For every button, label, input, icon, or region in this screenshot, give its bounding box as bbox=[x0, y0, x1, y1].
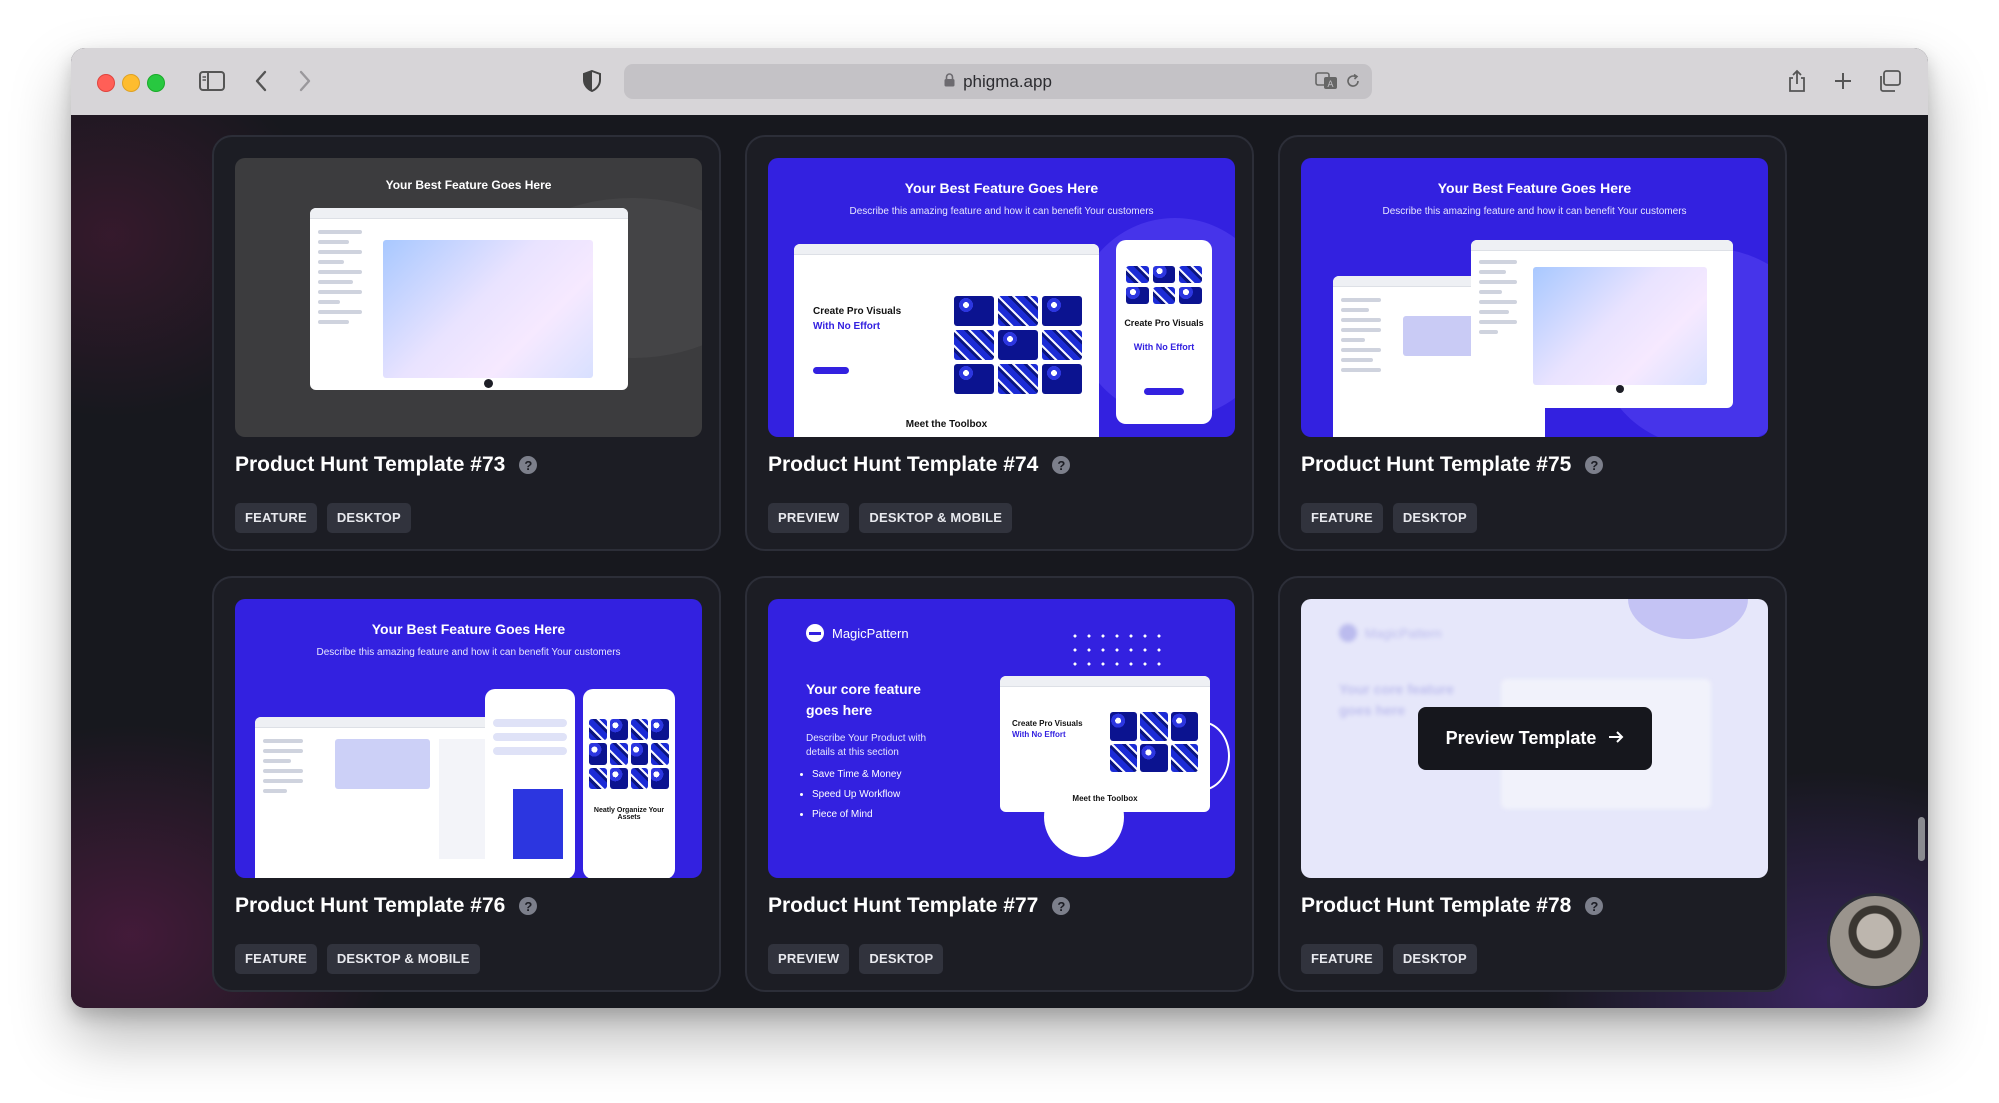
card-title[interactable]: Product Hunt Template #74 bbox=[768, 453, 1038, 477]
address-bar[interactable]: phigma.app A bbox=[624, 64, 1372, 99]
avatar[interactable] bbox=[1827, 893, 1923, 989]
url-text: phigma.app bbox=[963, 71, 1052, 91]
card-title[interactable]: Product Hunt Template #75 bbox=[1301, 453, 1571, 477]
arrow-right-icon bbox=[1608, 728, 1624, 749]
svg-text:A: A bbox=[1327, 80, 1334, 90]
help-icon[interactable]: ? bbox=[519, 897, 538, 915]
tabs-icon[interactable] bbox=[1877, 68, 1903, 94]
feature-bullet: Piece of Mind bbox=[812, 805, 901, 825]
template-card[interactable]: MagicPattern Your core feature goes here… bbox=[1278, 576, 1787, 992]
tag-badge: PREVIEW bbox=[768, 503, 850, 533]
tag-badge: DESKTOP & MOBILE bbox=[859, 503, 1013, 533]
template-card[interactable]: Your Best Feature Goes Here Product Hunt… bbox=[212, 135, 721, 551]
template-card[interactable]: Your Best Feature Goes Here Describe thi… bbox=[1278, 135, 1787, 551]
zoom-window-button[interactable] bbox=[147, 74, 165, 92]
tag-badge: DESKTOP bbox=[1392, 503, 1477, 533]
tag-badge: FEATURE bbox=[235, 503, 317, 533]
share-icon[interactable] bbox=[1785, 68, 1809, 94]
browser-window: phigma.app A Your Best Feature Goes Here bbox=[71, 48, 1928, 1008]
tag-badge: FEATURE bbox=[1301, 944, 1383, 974]
close-window-button[interactable] bbox=[97, 74, 115, 92]
card-title[interactable]: Product Hunt Template #77 bbox=[768, 894, 1038, 918]
help-icon[interactable]: ? bbox=[519, 456, 538, 474]
translate-icon[interactable]: A bbox=[1314, 68, 1340, 94]
page-content: Your Best Feature Goes Here Product Hunt… bbox=[71, 115, 1928, 1008]
feature-bullet: Save Time & Money bbox=[812, 765, 901, 785]
minimize-window-button[interactable] bbox=[122, 74, 140, 92]
tag-badge: PREVIEW bbox=[768, 944, 850, 974]
card-title[interactable]: Product Hunt Template #73 bbox=[235, 453, 505, 477]
help-icon[interactable]: ? bbox=[1585, 897, 1604, 915]
preview-template-button[interactable]: Preview Template bbox=[1418, 707, 1652, 770]
tag-badge: DESKTOP & MOBILE bbox=[326, 944, 480, 974]
tag-badge: FEATURE bbox=[235, 944, 317, 974]
card-title[interactable]: Product Hunt Template #76 bbox=[235, 894, 505, 918]
template-thumbnail[interactable]: Your Best Feature Goes Here Describe thi… bbox=[768, 158, 1235, 437]
template-thumbnail[interactable]: MagicPattern Your core feature goes here… bbox=[1301, 599, 1768, 878]
template-thumbnail[interactable]: Your Best Feature Goes Here bbox=[235, 158, 702, 437]
tag-badge: DESKTOP bbox=[1392, 944, 1477, 974]
tag-badge: DESKTOP bbox=[326, 503, 411, 533]
shield-icon[interactable] bbox=[581, 68, 603, 94]
help-icon[interactable]: ? bbox=[1585, 456, 1604, 474]
help-icon[interactable]: ? bbox=[1052, 897, 1071, 915]
template-card[interactable]: MagicPattern Your core feature goes here… bbox=[745, 576, 1254, 992]
browser-toolbar: phigma.app A bbox=[71, 48, 1928, 116]
brand-logo-icon bbox=[806, 624, 824, 642]
tag-badge: FEATURE bbox=[1301, 503, 1383, 533]
lock-icon bbox=[944, 72, 955, 92]
template-thumbnail[interactable]: Your Best Feature Goes Here Describe thi… bbox=[1301, 158, 1768, 437]
feature-bullet: Speed Up Workflow bbox=[812, 785, 901, 805]
forward-icon[interactable] bbox=[293, 68, 317, 94]
vertical-scrollbar[interactable] bbox=[1918, 817, 1925, 861]
back-icon[interactable] bbox=[249, 68, 273, 94]
plus-icon[interactable] bbox=[1831, 68, 1855, 94]
reload-icon[interactable] bbox=[1343, 68, 1363, 94]
template-thumbnail[interactable]: Your Best Feature Goes Here Describe thi… bbox=[235, 599, 702, 878]
tag-badge: DESKTOP bbox=[859, 944, 944, 974]
template-card[interactable]: Your Best Feature Goes Here Describe thi… bbox=[745, 135, 1254, 551]
template-card[interactable]: Your Best Feature Goes Here Describe thi… bbox=[212, 576, 721, 992]
sidebar-icon[interactable] bbox=[197, 68, 227, 94]
help-icon[interactable]: ? bbox=[1052, 456, 1071, 474]
card-title[interactable]: Product Hunt Template #78 bbox=[1301, 894, 1571, 918]
template-thumbnail[interactable]: MagicPattern Your core feature goes here… bbox=[768, 599, 1235, 878]
